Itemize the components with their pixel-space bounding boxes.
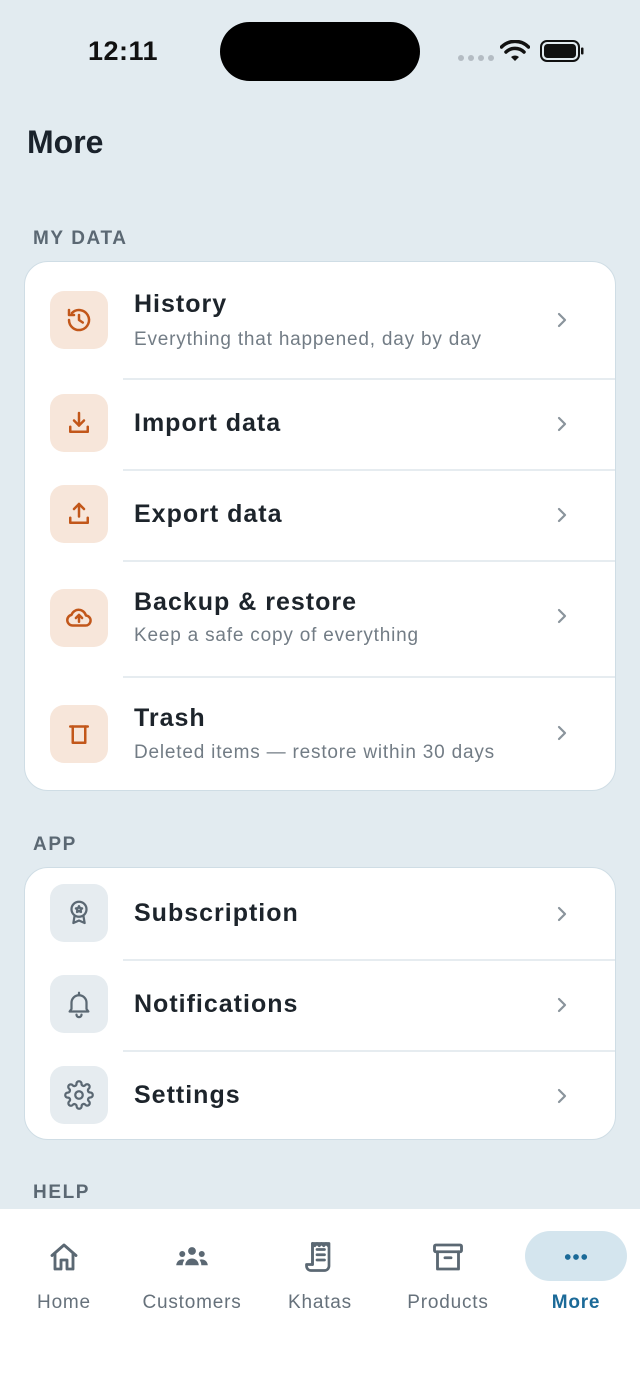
upload-icon bbox=[50, 485, 108, 543]
chevron-right-icon bbox=[557, 312, 567, 328]
archive-box-icon bbox=[433, 1243, 463, 1271]
tab-label: Khatas bbox=[288, 1292, 352, 1313]
chevron-right-icon bbox=[557, 725, 567, 741]
tab-customers[interactable]: Customers bbox=[128, 1209, 256, 1329]
history-icon bbox=[50, 291, 108, 349]
download-icon bbox=[50, 394, 108, 452]
trash-icon bbox=[50, 705, 108, 763]
list-item-subscription[interactable]: Subscription bbox=[25, 868, 615, 959]
row-title: History bbox=[134, 290, 228, 318]
tab-more[interactable]: More bbox=[524, 1209, 628, 1329]
row-title: Trash bbox=[134, 704, 206, 732]
my-data-card: History Everything that happened, day by… bbox=[24, 261, 616, 791]
row-title: Settings bbox=[134, 1081, 241, 1109]
list-item-notifications[interactable]: Notifications bbox=[25, 959, 615, 1050]
tab-label: Products bbox=[407, 1292, 489, 1313]
tab-products[interactable]: Products bbox=[384, 1209, 512, 1329]
tab-bar: Home Customers Khatas Products More bbox=[0, 1209, 640, 1391]
dynamic-island bbox=[220, 22, 420, 81]
wifi-icon bbox=[500, 40, 530, 61]
list-item-history[interactable]: History Everything that happened, day by… bbox=[25, 262, 615, 378]
chevron-right-icon bbox=[557, 1088, 567, 1104]
tab-label: More bbox=[551, 1292, 601, 1313]
row-title: Import data bbox=[134, 409, 282, 437]
tab-khatas[interactable]: Khatas bbox=[256, 1209, 384, 1329]
cellular-signal-icon bbox=[458, 55, 494, 61]
bell-icon bbox=[50, 975, 108, 1033]
chevron-right-icon bbox=[557, 608, 567, 624]
more-dots-icon bbox=[564, 1254, 588, 1260]
row-title: Notifications bbox=[134, 990, 299, 1018]
tab-label: Customers bbox=[142, 1292, 242, 1313]
row-title: Export data bbox=[134, 500, 283, 528]
tab-label: Home bbox=[37, 1292, 91, 1313]
chevron-right-icon bbox=[557, 507, 567, 523]
status-time: 12:11 bbox=[88, 36, 159, 66]
list-item-trash[interactable]: Trash Deleted items — restore within 30 … bbox=[25, 676, 615, 790]
chevron-right-icon bbox=[557, 997, 567, 1013]
app-card: Subscription Notifications Settings bbox=[24, 867, 616, 1140]
award-badge-icon bbox=[50, 884, 108, 942]
gear-icon bbox=[50, 1066, 108, 1124]
row-subtitle: Keep a safe copy of everything bbox=[134, 625, 419, 646]
list-item-settings[interactable]: Settings bbox=[25, 1050, 615, 1139]
list-item-export-data[interactable]: Export data bbox=[25, 469, 615, 560]
row-title: Backup & restore bbox=[134, 588, 358, 616]
row-subtitle: Deleted items — restore within 30 days bbox=[134, 742, 495, 763]
list-item-import-data[interactable]: Import data bbox=[25, 378, 615, 469]
page-title: More bbox=[27, 124, 104, 160]
section-label-help: HELP bbox=[33, 1182, 91, 1203]
battery-icon bbox=[540, 40, 584, 62]
home-icon bbox=[50, 1243, 78, 1271]
cloud-upload-icon bbox=[50, 589, 108, 647]
list-item-backup-restore[interactable]: Backup & restore Keep a safe copy of eve… bbox=[25, 560, 615, 676]
section-label-app: APP bbox=[33, 834, 77, 855]
status-bar: 12:11 bbox=[0, 0, 640, 100]
users-icon bbox=[176, 1247, 208, 1266]
chevron-right-icon bbox=[557, 906, 567, 922]
tab-home[interactable]: Home bbox=[0, 1209, 128, 1329]
ledger-icon bbox=[305, 1242, 331, 1272]
section-label-my-data: MY DATA bbox=[33, 228, 128, 249]
chevron-right-icon bbox=[557, 416, 567, 432]
row-subtitle: Everything that happened, day by day bbox=[134, 329, 482, 350]
row-title: Subscription bbox=[134, 899, 299, 927]
